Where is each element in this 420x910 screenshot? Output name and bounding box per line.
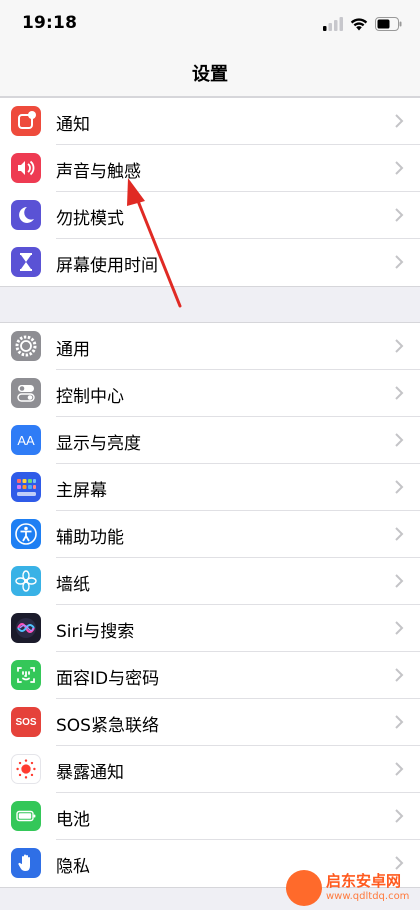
row-label: 暴露通知 <box>56 763 124 783</box>
row-label: 辅助功能 <box>56 528 124 548</box>
settings-row-wallpaper[interactable]: 墙纸 <box>0 558 420 605</box>
settings-row-sos[interactable]: SOS SOS紧急联络 <box>0 699 420 746</box>
toggles-icon <box>11 378 41 408</box>
settings-row-face-id[interactable]: 面容ID与密码 <box>0 652 420 699</box>
text-size-icon: AA <box>11 425 41 455</box>
chevron-right-icon <box>395 668 404 682</box>
chevron-right-icon <box>395 574 404 588</box>
wifi-icon <box>350 18 368 31</box>
hourglass-icon <box>11 247 41 277</box>
settings-row-home-screen[interactable]: 主屏幕 <box>0 464 420 511</box>
text-size-glyph: AA <box>17 432 35 448</box>
settings-row-general[interactable]: 通用 <box>0 323 420 370</box>
chevron-right-icon <box>395 715 404 729</box>
settings-row-exposure[interactable]: 暴露通知 <box>0 746 420 793</box>
chevron-right-icon <box>395 433 404 447</box>
moon-icon <box>11 200 41 230</box>
sos-glyph: SOS <box>15 716 37 728</box>
row-label: 电池 <box>56 810 90 830</box>
row-label: 屏幕使用时间 <box>56 256 158 276</box>
settings-row-sounds[interactable]: 声音与触感 <box>0 145 420 192</box>
chevron-right-icon <box>395 208 404 222</box>
home-grid-icon <box>11 472 41 502</box>
chevron-right-icon <box>395 255 404 269</box>
row-label: Siri与搜索 <box>56 622 135 642</box>
sos-icon: SOS <box>11 707 41 737</box>
row-label: 主屏幕 <box>56 481 107 501</box>
watermark-url: www.qdltdq.com <box>326 891 410 902</box>
settings-row-accessibility[interactable]: 辅助功能 <box>0 511 420 558</box>
row-label: 勿扰模式 <box>56 209 124 229</box>
chevron-right-icon <box>395 161 404 175</box>
chevron-right-icon <box>395 762 404 776</box>
watermark-name: 启东安卓网 <box>326 872 402 890</box>
accessibility-icon <box>11 519 41 549</box>
status-icons <box>323 15 402 33</box>
watermark: 启东安卓网 www.qdltdq.com <box>286 868 416 908</box>
watermark-logo-icon <box>286 870 322 906</box>
exposure-icon <box>11 754 41 784</box>
chevron-right-icon <box>395 621 404 635</box>
settings-row-battery[interactable]: 电池 <box>0 793 420 840</box>
face-id-icon <box>11 660 41 690</box>
chevron-right-icon <box>395 114 404 128</box>
notification-icon <box>11 106 41 136</box>
settings-row-display[interactable]: AA 显示与亮度 <box>0 417 420 464</box>
battery-icon <box>11 801 41 831</box>
row-label: 墙纸 <box>56 575 90 595</box>
chevron-right-icon <box>395 339 404 353</box>
row-label: 通用 <box>56 340 90 360</box>
row-label: 声音与触感 <box>56 162 141 182</box>
battery-status-icon <box>375 17 402 31</box>
row-label: 隐私 <box>56 857 90 877</box>
settings-group-2: 通用 控制中心 AA 显示与亮度 主屏幕 辅助功能 墙纸 Siri与搜索 面容I… <box>0 322 420 888</box>
navigation-bar: 设置 <box>0 48 420 97</box>
row-label: 通知 <box>56 115 90 135</box>
status-bar: 19:18 <box>0 0 420 48</box>
speaker-icon <box>11 153 41 183</box>
settings-row-focus[interactable]: 勿扰模式 <box>0 192 420 239</box>
row-label: SOS紧急联络 <box>56 716 159 736</box>
page-title: 设置 <box>192 64 228 85</box>
flower-icon <box>11 566 41 596</box>
gear-icon <box>11 331 41 361</box>
chevron-right-icon <box>395 809 404 823</box>
settings-group-1: 通知 声音与触感 勿扰模式 屏幕使用时间 <box>0 97 420 287</box>
chevron-right-icon <box>395 386 404 400</box>
cellular-signal-icon <box>323 17 343 31</box>
chevron-right-icon <box>395 480 404 494</box>
row-label: 显示与亮度 <box>56 434 141 454</box>
hand-icon <box>11 848 41 878</box>
row-label: 控制中心 <box>56 387 124 407</box>
status-time: 19:18 <box>22 13 78 33</box>
settings-row-control-center[interactable]: 控制中心 <box>0 370 420 417</box>
settings-row-siri[interactable]: Siri与搜索 <box>0 605 420 652</box>
settings-row-notifications[interactable]: 通知 <box>0 98 420 145</box>
settings-row-screen-time[interactable]: 屏幕使用时间 <box>0 239 420 286</box>
chevron-right-icon <box>395 527 404 541</box>
siri-icon <box>11 613 41 643</box>
row-label: 面容ID与密码 <box>56 669 160 689</box>
